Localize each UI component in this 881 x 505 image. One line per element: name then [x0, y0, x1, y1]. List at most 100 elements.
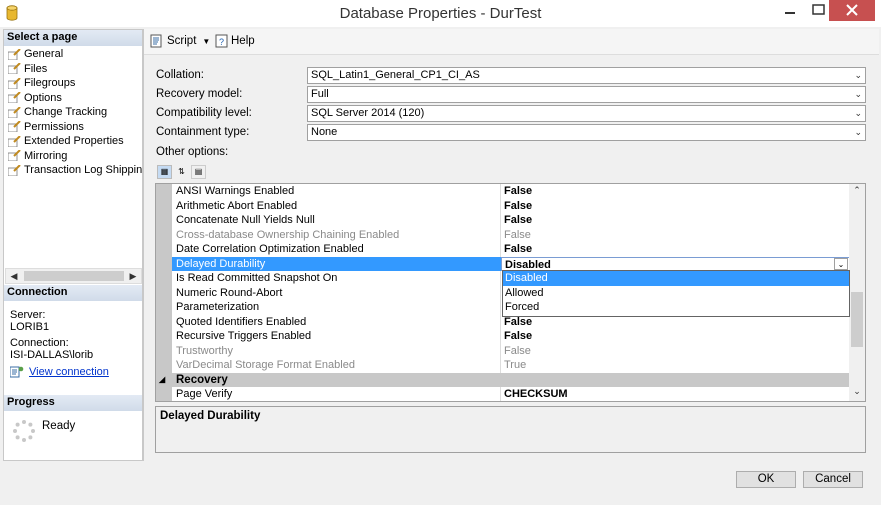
grid-divider	[500, 300, 501, 315]
page-wrench-icon	[8, 121, 21, 133]
script-button[interactable]: Script ▼	[150, 34, 210, 48]
grid-row[interactable]: Concatenate Null Yields Null False	[172, 213, 850, 228]
chevron-down-icon[interactable]: ⌄	[854, 87, 862, 102]
cancel-button[interactable]: Cancel	[803, 471, 863, 488]
minimize-icon	[785, 12, 795, 14]
nav-item-change-tracking[interactable]: Change Tracking	[8, 105, 142, 120]
maximize-button[interactable]	[804, 0, 832, 21]
property-name: Quoted Identifiers Enabled	[176, 315, 307, 328]
horizontal-scrollbar[interactable]: ◀ ▶	[5, 268, 142, 284]
server-value: LORIB1	[10, 321, 50, 333]
category-label: Recovery	[176, 373, 228, 386]
option-forced[interactable]: Forced	[503, 300, 849, 315]
containment-type-value: None	[311, 126, 338, 138]
page-wrench-icon	[8, 63, 21, 75]
property-name: Trustworthy	[176, 344, 234, 357]
nav-item-files[interactable]: Files	[8, 62, 142, 77]
scroll-thumb[interactable]	[851, 292, 863, 347]
collapse-icon[interactable]: ◢	[159, 373, 165, 388]
sort-alpha-icon[interactable]: ⇅	[174, 165, 189, 179]
grid-row-selected[interactable]: Delayed Durability Disabled ⌄	[172, 256, 850, 271]
property-value: False	[504, 214, 533, 226]
grid-row[interactable]: Page Verify CHECKSUM	[172, 387, 850, 401]
grid-row[interactable]: ANSI Warnings Enabled False	[172, 184, 850, 199]
delayed-durability-select[interactable]: Disabled ⌄	[501, 256, 850, 271]
view-connection-label[interactable]: View connection	[29, 366, 109, 378]
vertical-scrollbar[interactable]: ⌃ ⌄	[849, 184, 865, 401]
recovery-model-select[interactable]: Full ⌄	[307, 86, 866, 103]
scroll-left-icon[interactable]: ◀	[6, 269, 22, 283]
option-disabled[interactable]: Disabled	[503, 271, 849, 286]
property-grid-toolbar: ▦ ⇅ ▤	[157, 165, 206, 179]
dialog-window: Database Properties - DurTest Select a p…	[0, 0, 881, 505]
collation-value: SQL_Latin1_General_CP1_CI_AS	[311, 69, 480, 81]
connection-properties-icon	[10, 366, 24, 378]
property-value: False	[504, 199, 533, 212]
property-name: Delayed Durability	[176, 257, 266, 270]
script-icon	[150, 34, 162, 48]
help-button[interactable]: ? Help	[215, 34, 255, 48]
property-name: Numeric Round-Abort	[176, 286, 283, 299]
grid-row[interactable]: Date Correlation Optimization Enabled Fal…	[172, 242, 850, 257]
page-wrench-icon	[8, 77, 21, 89]
minimize-button[interactable]	[776, 0, 804, 21]
grid-divider	[500, 184, 501, 199]
property-name: Parameterization	[176, 301, 260, 313]
view-connection-link[interactable]: View connection	[10, 366, 109, 378]
property-name: Page Verify	[176, 388, 233, 400]
property-pages-icon[interactable]: ▤	[191, 165, 206, 179]
chevron-down-icon[interactable]: ⌄	[854, 125, 862, 140]
scroll-down-icon[interactable]: ⌄	[849, 386, 865, 400]
chevron-down-icon[interactable]: ⌄	[854, 106, 862, 121]
property-value: CHECKSUM	[504, 388, 568, 400]
window-title: Database Properties - DurTest	[339, 5, 542, 22]
scroll-right-icon[interactable]: ▶	[125, 269, 141, 283]
ok-button[interactable]: OK	[736, 471, 796, 488]
categorized-icon[interactable]: ▦	[157, 165, 172, 179]
grid-row[interactable]: Arithmetic Abort Enabled False	[172, 198, 850, 213]
close-icon	[846, 4, 858, 16]
grid-row[interactable]: VarDecimal Storage Format Enabled True	[172, 358, 850, 373]
property-name: Arithmetic Abort Enabled	[176, 199, 298, 212]
scroll-up-icon[interactable]: ⌃	[849, 185, 865, 199]
svg-text:?: ?	[219, 37, 224, 47]
chevron-down-icon[interactable]: ⌄	[854, 68, 862, 83]
collation-select[interactable]: SQL_Latin1_General_CP1_CI_AS ⌄	[307, 67, 866, 84]
close-button[interactable]	[829, 0, 875, 21]
containment-type-select[interactable]: None ⌄	[307, 124, 866, 141]
option-allowed[interactable]: Allowed	[503, 286, 849, 301]
scroll-thumb[interactable]	[24, 271, 124, 281]
grid-divider	[500, 329, 501, 344]
grid-divider	[500, 387, 501, 401]
nav-item-mirroring[interactable]: Mirroring	[8, 149, 142, 164]
grid-row[interactable]: Cross-database Ownership Chaining Enable…	[172, 227, 850, 242]
main-pane: Script ▼ ? Help Collation: SQL_Latin1_Ge…	[143, 29, 879, 461]
delayed-durability-dropdown: Disabled Allowed Forced	[502, 270, 850, 317]
nav-item-options[interactable]: Options	[8, 91, 142, 106]
dropdown-arrow-icon[interactable]: ▼	[202, 37, 210, 46]
nav-item-filegroups[interactable]: Filegroups	[8, 76, 142, 91]
chevron-down-icon[interactable]: ⌄	[834, 257, 848, 270]
script-label: Script	[167, 35, 197, 47]
connection-header: Connection	[4, 285, 142, 301]
page-list: General Files Filegroups Options Change …	[8, 47, 142, 178]
category-row-recovery[interactable]: ◢ Recovery	[156, 372, 850, 388]
nav-item-extended-properties[interactable]: Extended Properties	[8, 134, 142, 149]
compatibility-level-select[interactable]: SQL Server 2014 (120) ⌄	[307, 105, 866, 122]
property-name: ANSI Warnings Enabled	[176, 185, 295, 197]
nav-item-transaction-log-shipping[interactable]: Transaction Log Shipping	[8, 163, 142, 178]
grid-divider	[500, 242, 501, 257]
property-name: Recursive Triggers Enabled	[176, 330, 312, 342]
nav-item-permissions[interactable]: Permissions	[8, 120, 142, 135]
toolbar: Script ▼ ? Help	[144, 29, 879, 55]
page-wrench-icon	[8, 135, 21, 147]
grid-row[interactable]: Trustworthy False	[172, 343, 850, 358]
property-value: False	[504, 228, 531, 241]
grid-row[interactable]: Recursive Triggers Enabled False	[172, 329, 850, 344]
property-name: VarDecimal Storage Format Enabled	[176, 359, 355, 371]
nav-item-general[interactable]: General	[8, 47, 142, 62]
grid-divider	[500, 227, 501, 242]
nav-label: General	[24, 48, 64, 60]
page-wrench-icon	[8, 164, 21, 176]
page-wrench-icon	[8, 150, 21, 162]
